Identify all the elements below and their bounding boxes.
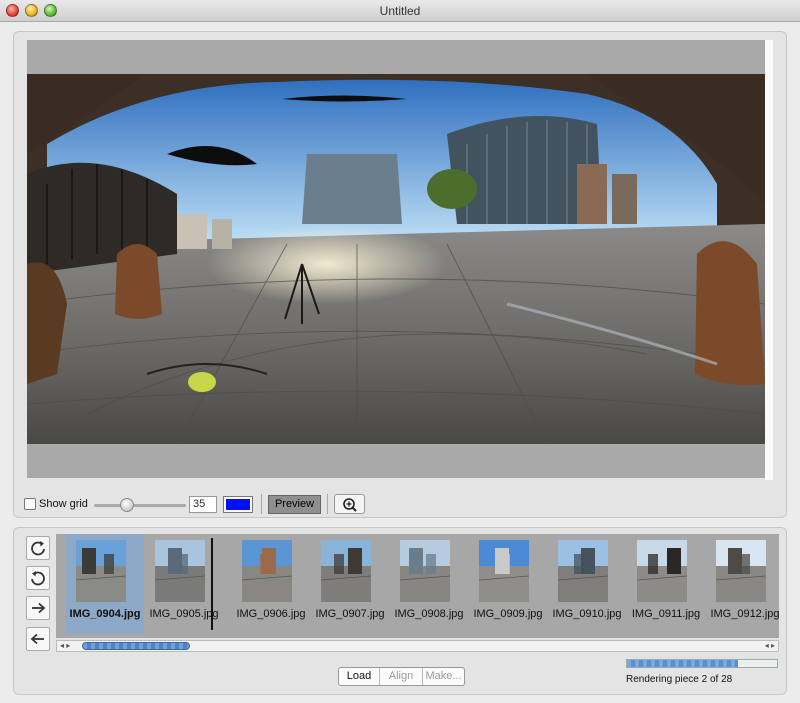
thumbnail-filename: IMG_0910.jpg <box>552 608 622 620</box>
thumbnail-item[interactable]: IMG_0909.jpg <box>469 534 547 634</box>
render-progress-bar <box>626 659 778 668</box>
load-button[interactable]: Load <box>339 668 380 685</box>
thumbnail-item[interactable]: IMG_0910.jpg <box>548 534 626 634</box>
thumbnail-filename: IMG_0906.jpg <box>236 608 306 620</box>
thumbnail-image <box>155 540 205 602</box>
thumbnail-image <box>558 540 608 602</box>
toolbar-separator <box>327 494 328 514</box>
thumbnail-item[interactable]: IMG_0911.jpg <box>627 534 705 634</box>
align-button[interactable]: Align <box>380 668 423 685</box>
scroll-right-arrow[interactable]: ◂ ▸ <box>765 641 775 651</box>
preview-panel: Show grid 35 Preview <box>13 31 787 518</box>
arrow-right-icon <box>32 602 46 614</box>
thumbnail-item[interactable]: IMG_0907.jpg <box>311 534 389 634</box>
thumbnail-item[interactable]: IMG_0905.jpg <box>145 534 223 634</box>
show-grid-checkbox[interactable] <box>24 498 36 510</box>
window-title: Untitled <box>379 4 421 18</box>
make-button[interactable]: Make... <box>423 668 464 685</box>
thumbnail-image <box>479 540 529 602</box>
rotate-clockwise-button[interactable] <box>26 536 50 560</box>
grid-size-field[interactable]: 35 <box>189 496 217 513</box>
thumbnail-filename: IMG_0911.jpg <box>631 608 701 620</box>
scroll-left-arrow[interactable]: ◂ ▸ <box>60 641 70 651</box>
thumbnail-strip[interactable]: IMG_0904.jpg IMG_0905.jpg IMG_0906.jpg IMG_… <box>56 534 779 638</box>
thumbnail-filename: IMG_0904.jpg <box>69 608 141 620</box>
grid-color-swatch <box>226 499 250 510</box>
thumbnail-image <box>400 540 450 602</box>
panorama-canvas[interactable] <box>27 40 765 478</box>
thumbnail-image <box>321 540 371 602</box>
show-grid-label: Show grid <box>39 498 88 510</box>
thumbnail-filename: IMG_0909.jpg <box>473 608 543 620</box>
rotate-counterclockwise-button[interactable] <box>26 566 50 590</box>
zoom-button[interactable] <box>334 494 365 514</box>
thumbnail-scrollbar[interactable]: ◂ ▸ ◂ ▸ <box>56 640 779 652</box>
thumbnail-image <box>76 540 126 602</box>
zoom-in-icon <box>343 498 357 512</box>
preview-controls: Show grid 35 Preview <box>24 494 764 514</box>
canvas-edge <box>765 40 773 480</box>
thumbnail-item[interactable]: IMG_0908.jpg <box>390 534 468 634</box>
title-bar: Untitled <box>0 0 800 22</box>
scrollbar-thumb[interactable] <box>82 642 190 650</box>
grid-size-slider[interactable] <box>94 504 186 507</box>
thumbnail-image <box>242 540 292 602</box>
render-progress-fill <box>627 660 738 667</box>
thumbnail-filename: IMG_0908.jpg <box>394 608 464 620</box>
action-buttons: Load Align Make... <box>338 667 465 686</box>
thumbnail-image <box>716 540 766 602</box>
render-status-text: Rendering piece 2 of 28 <box>626 674 733 685</box>
panorama-image[interactable] <box>27 74 765 444</box>
grid-color-well[interactable] <box>223 496 253 513</box>
grid-size-slider-knob[interactable] <box>120 498 134 512</box>
toolbar-separator <box>261 494 262 514</box>
rotate-clockwise-icon <box>31 541 45 556</box>
arrow-left-icon <box>30 633 44 645</box>
images-panel: IMG_0904.jpg IMG_0905.jpg IMG_0906.jpg IMG_… <box>13 527 787 695</box>
thumbnail-filename: IMG_0907.jpg <box>315 608 385 620</box>
thumbnail-filename: IMG_0912.jpg <box>710 608 779 620</box>
move-right-button[interactable] <box>26 596 50 620</box>
thumbnail-item[interactable]: IMG_0912.jpg <box>706 534 779 634</box>
preview-button[interactable]: Preview <box>268 495 321 514</box>
thumbnail-item[interactable]: IMG_0906.jpg <box>232 534 310 634</box>
rotate-counterclockwise-icon <box>31 571 45 586</box>
thumbnail-image <box>637 540 687 602</box>
thumbnail-filename: IMG_0905.jpg <box>149 608 219 620</box>
move-left-button[interactable] <box>26 627 50 651</box>
thumbnail-item[interactable]: IMG_0904.jpg <box>66 534 144 634</box>
